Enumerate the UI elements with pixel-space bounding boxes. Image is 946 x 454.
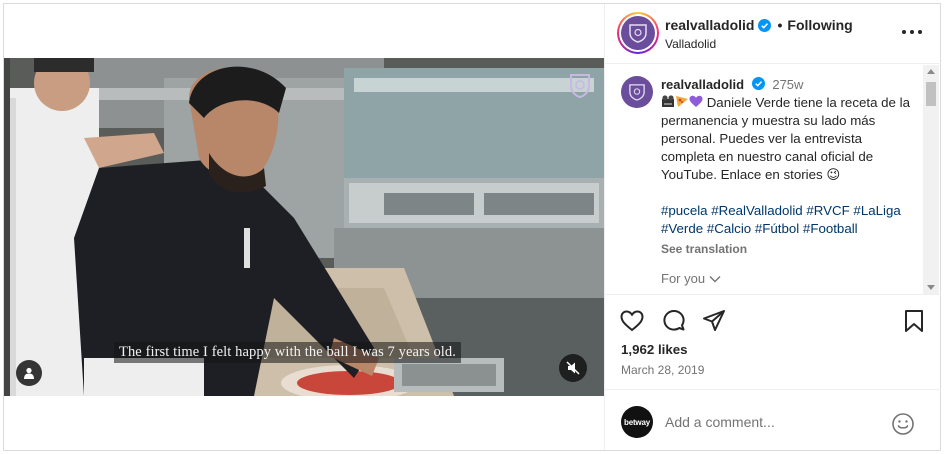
- comments-scrollbar[interactable]: [923, 65, 939, 294]
- location-link[interactable]: Valladolid: [665, 37, 716, 51]
- share-icon[interactable]: [701, 308, 727, 334]
- comments-section: realvalladolid 275w Daniele Verde tiene …: [605, 65, 941, 295]
- comment-icon[interactable]: [661, 308, 687, 334]
- post-side-panel: realvalladolid • Following Valladolid re…: [604, 4, 941, 450]
- verified-icon: [751, 77, 765, 90]
- pizza-emoji-icon: [676, 96, 688, 107]
- emoji-icon[interactable]: [891, 412, 915, 436]
- chevron-down-icon: [709, 275, 721, 282]
- more-options-button[interactable]: [899, 22, 925, 42]
- scroll-down-arrow[interactable]: [927, 285, 935, 290]
- likes-count[interactable]: 1,962 likes: [621, 342, 688, 357]
- for-you-label: For you: [661, 271, 706, 286]
- club-crest-icon: [621, 16, 655, 50]
- verified-icon: [758, 18, 772, 32]
- tag-user-icon: [24, 367, 34, 379]
- header-user-row: realvalladolid • Following: [665, 17, 853, 33]
- header-username[interactable]: realvalladolid: [665, 17, 754, 33]
- separator-dot: •: [777, 17, 783, 33]
- caption-emojis: [661, 95, 707, 110]
- mute-icon: [566, 361, 580, 375]
- chef-emoji-icon: [662, 95, 674, 107]
- more-icon: [902, 30, 906, 34]
- caption-time[interactable]: 275w: [772, 77, 803, 92]
- scroll-thumb[interactable]: [926, 82, 936, 106]
- comment-input[interactable]: [665, 414, 885, 430]
- current-user-avatar[interactable]: betway: [621, 406, 653, 438]
- caption-comment: realvalladolid 275w Daniele Verde tiene …: [661, 76, 919, 258]
- video-subtitle: The first time I felt happy with the bal…: [114, 342, 461, 363]
- caption-username[interactable]: realvalladolid: [661, 77, 744, 92]
- post-video[interactable]: The first time I felt happy with the bal…: [4, 58, 604, 396]
- club-watermark: [569, 72, 591, 99]
- tag-user-button[interactable]: [16, 360, 42, 386]
- add-comment-bar: betway: [605, 389, 941, 450]
- action-bar: [605, 296, 941, 346]
- see-translation-link[interactable]: See translation: [661, 240, 919, 258]
- bookmark-icon[interactable]: [901, 308, 927, 334]
- for-you-toggle[interactable]: For you: [661, 271, 721, 286]
- post-header: realvalladolid • Following Valladolid: [605, 4, 941, 64]
- follow-button[interactable]: Following: [787, 17, 852, 33]
- caption-text: Daniele Verde tiene la receta de la perm…: [661, 94, 919, 184]
- purple-heart-icon: [689, 95, 703, 107]
- caption-hashtags[interactable]: #pucela #RealValladolid #RVCF #LaLiga #V…: [661, 202, 919, 238]
- comment-avatar[interactable]: [621, 76, 653, 108]
- mute-button[interactable]: [559, 354, 587, 382]
- heart-icon[interactable]: [619, 308, 645, 334]
- post-date[interactable]: March 28, 2019: [621, 363, 704, 377]
- scroll-up-arrow[interactable]: [927, 69, 935, 74]
- post-dialog: The first time I felt happy with the bal…: [3, 3, 941, 451]
- club-crest-icon: [629, 84, 645, 101]
- media-area: The first time I felt happy with the bal…: [4, 4, 604, 450]
- story-avatar[interactable]: [617, 12, 659, 54]
